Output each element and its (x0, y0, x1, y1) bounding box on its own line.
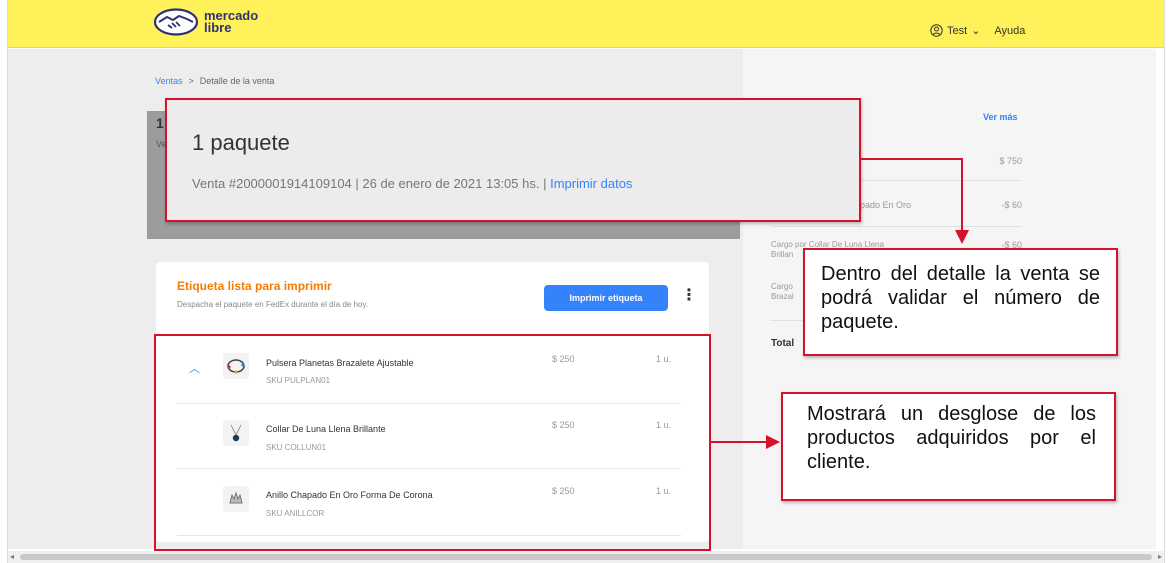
summary-amount-products: $ 750 (999, 156, 1022, 166)
summary-charge-label-1: pado En Oro (860, 200, 912, 210)
user-name: Test (947, 24, 968, 37)
user-avatar-icon (930, 24, 943, 37)
scrollbar-thumb[interactable] (20, 554, 1152, 560)
summary-charge-label-3-line-2: Brazal (771, 292, 794, 301)
summary-charge-label-3: Cargo Brazal (771, 282, 794, 302)
logo-line-2: libre (204, 20, 232, 35)
mercadolibre-logo[interactable]: mercado libre (153, 8, 258, 36)
label-ready-title: Etiqueta lista para imprimir (177, 279, 332, 293)
chevron-down-icon: ⌄ (971, 25, 981, 37)
window-frame-left (0, 0, 8, 563)
breadcrumb: Ventas > Detalle de la venta (155, 76, 274, 86)
scroll-left-icon[interactable]: ◂ (10, 552, 14, 561)
breadcrumb-current: Detalle de la venta (199, 76, 275, 86)
top-header: mercado libre Test ⌄ Ayuda (8, 0, 1164, 48)
package-detail-callout: 1 paquete Venta #2000001914109104 | 26 d… (165, 98, 861, 222)
horizontal-scrollbar[interactable]: ◂ ▸ (8, 551, 1164, 563)
user-menu: Test ⌄ Ayuda (930, 24, 1025, 37)
handshake-icon (153, 8, 199, 36)
package-title: 1 paquete (192, 130, 290, 155)
backdrop-title-fragment: 1 (156, 115, 164, 131)
package-meta: Venta #2000001914109104 | 26 de enero de… (192, 176, 632, 191)
print-label-button[interactable]: Imprimir etiqueta (544, 285, 668, 311)
summary-divider (770, 226, 1022, 227)
summary-total-label: Total (771, 338, 795, 349)
more-options-icon[interactable]: ⋮ (681, 288, 697, 304)
annotation-note-package: Dentro del detalle la venta se podrá val… (803, 248, 1118, 356)
annotation-note-products: Mostrará un desglose de los productos ad… (781, 392, 1116, 501)
ver-mas-link[interactable]: Ver más (983, 112, 1018, 122)
breadcrumb-separator: > (188, 76, 194, 86)
help-link[interactable]: Ayuda (994, 25, 1025, 37)
sale-info: Venta #2000001914109104 | 26 de enero de… (192, 176, 551, 191)
window-frame-right (1164, 0, 1172, 563)
summary-amount-charge-1: -$ 60 (1001, 200, 1022, 210)
user-dropdown[interactable]: Test ⌄ (930, 24, 980, 37)
summary-charge-label-3-line-1: Cargo (771, 282, 793, 291)
scroll-right-icon[interactable]: ▸ (1158, 552, 1162, 561)
label-ready-subtitle: Despacha el paquete en FedEx durante el … (177, 300, 369, 309)
print-data-link[interactable]: Imprimir datos (550, 176, 632, 191)
products-highlight-box (154, 334, 711, 551)
logo-wordmark: mercado libre (204, 9, 258, 35)
breadcrumb-link-ventas[interactable]: Ventas (155, 76, 183, 86)
